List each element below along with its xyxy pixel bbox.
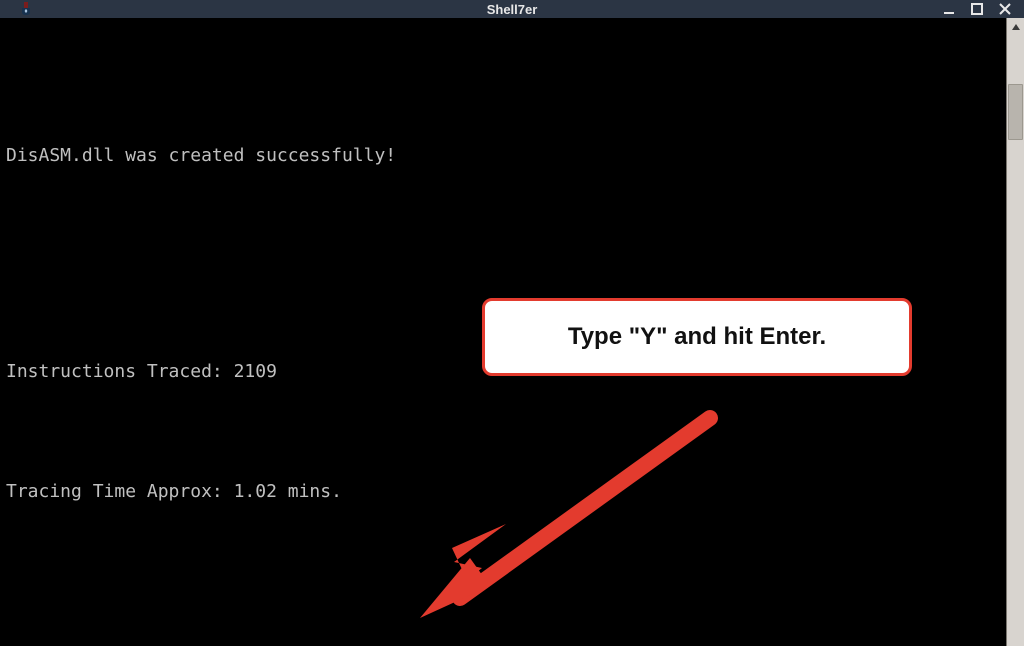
content-area: DisASM.dll was created successfully! Ins…: [0, 18, 1024, 646]
app-window: Shell7er DisASM.dll was created successf…: [0, 0, 1024, 646]
scroll-up-button[interactable]: [1007, 18, 1024, 36]
minimize-button[interactable]: [940, 0, 958, 18]
app-icon: [18, 1, 34, 17]
terminal-line: DisASM.dll was created successfully!: [6, 145, 396, 166]
scrollbar-thumb[interactable]: [1008, 84, 1023, 140]
maximize-button[interactable]: [968, 0, 986, 18]
vertical-scrollbar[interactable]: [1006, 18, 1024, 646]
close-button[interactable]: [996, 0, 1014, 18]
titlebar[interactable]: Shell7er: [0, 0, 1024, 18]
window-controls: [940, 0, 1018, 18]
terminal-line: Instructions Traced: 2109: [6, 361, 277, 382]
scrollbar-track[interactable]: [1007, 36, 1024, 646]
terminal-line: Tracing Time Approx: 1.02 mins.: [6, 481, 342, 502]
instruction-callout: Type "Y" and hit Enter.: [482, 298, 912, 376]
window-title: Shell7er: [487, 2, 538, 17]
callout-text: Type "Y" and hit Enter.: [568, 323, 826, 350]
